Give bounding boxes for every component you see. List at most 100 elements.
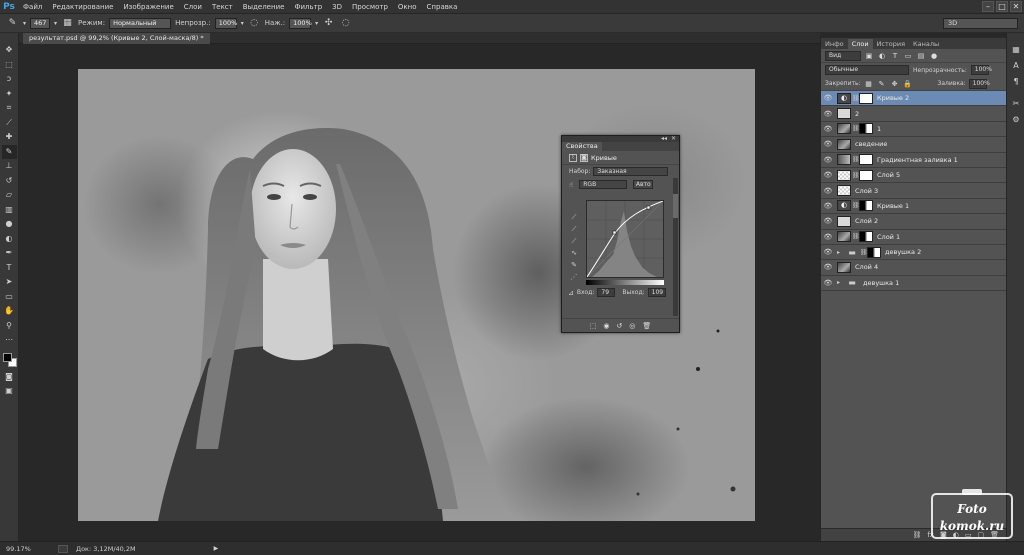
path-select-icon[interactable]: ➤	[2, 275, 17, 290]
clip-to-layer-icon[interactable]: ⬚	[590, 322, 597, 330]
layer-row[interactable]: 👁 ◐ ⛓ Кривые 2	[821, 91, 1006, 107]
layer-name[interactable]: 1	[877, 125, 881, 133]
menu-view[interactable]: Просмотр	[347, 0, 393, 14]
preset-select[interactable]: Заказная	[593, 167, 669, 176]
layer-name[interactable]: 2	[855, 110, 859, 118]
layer-row[interactable]: 👁 ⛓ Слой 1	[821, 229, 1006, 245]
layer-mask-icon[interactable]: ◙	[580, 153, 588, 162]
opacity-dropdown[interactable]: ▾	[241, 20, 244, 27]
screen-mode-icon[interactable]: ▣	[2, 384, 17, 399]
flow-dropdown[interactable]: ▾	[315, 20, 318, 27]
marquee-icon[interactable]: ⬚	[2, 58, 17, 73]
zoom-level[interactable]: 99.17%	[6, 545, 32, 553]
visibility-eye-icon[interactable]: 👁	[821, 248, 835, 256]
curve-point[interactable]	[646, 205, 651, 210]
layer-row[interactable]: 👁 сведение	[821, 137, 1006, 153]
layer-mask-thumbnail[interactable]	[859, 92, 873, 104]
brush-tool-icon[interactable]: ✎	[6, 17, 19, 30]
layer-name[interactable]: Градиентная заливка 1	[877, 156, 958, 164]
layer-name[interactable]: Кривые 2	[877, 94, 909, 102]
mask-link-icon[interactable]: ⛓	[852, 202, 860, 209]
eraser-icon[interactable]: ▱	[2, 188, 17, 203]
shape-icon[interactable]: ▭	[2, 290, 17, 305]
layer-name[interactable]: Слой 2	[855, 217, 878, 225]
layer-row[interactable]: 👁 ▸ ▬ девушка 1	[821, 275, 1006, 292]
history-panel-icon[interactable]: ⚙	[1007, 111, 1024, 127]
mask-link-icon[interactable]: ⛓	[860, 249, 868, 256]
close-button[interactable]: ✕	[1010, 1, 1022, 12]
layer-mask-thumbnail[interactable]	[859, 123, 873, 135]
maximize-button[interactable]: □	[996, 1, 1008, 12]
properties-panel-header[interactable]: ◂◂ ✕	[562, 135, 679, 142]
visibility-icon[interactable]: ◎	[629, 322, 635, 330]
layer-row[interactable]: 👁 ⛓ Слой 5	[821, 167, 1006, 184]
status-menu-arrow[interactable]: ▶	[214, 545, 219, 552]
layer-name[interactable]: Слой 3	[855, 187, 878, 195]
stamp-icon[interactable]: ⊥	[2, 159, 17, 174]
character-panel-icon[interactable]: A	[1007, 57, 1024, 73]
brush-picker-dropdown[interactable]: ▾	[54, 20, 57, 27]
mask-link-icon[interactable]: ⛓	[852, 233, 860, 240]
visibility-eye-icon[interactable]: 👁	[821, 187, 835, 195]
foreground-color[interactable]	[2, 352, 12, 362]
menu-3d[interactable]: 3D	[327, 0, 347, 14]
visibility-eye-icon[interactable]: 👁	[821, 140, 835, 148]
quick-mask-icon[interactable]: ◙	[2, 370, 17, 385]
filter-toggle-icon[interactable]: ●	[929, 51, 939, 61]
hand-icon[interactable]: ✋	[2, 304, 17, 319]
layer-name[interactable]: Кривые 1	[877, 202, 909, 210]
layer-opacity-input[interactable]: 100%	[970, 65, 992, 75]
zoom-icon[interactable]: ⚲	[2, 319, 17, 334]
workspace-select[interactable]: 3D	[943, 18, 1018, 29]
curve-point[interactable]	[612, 230, 617, 235]
menu-window[interactable]: Окно	[393, 0, 422, 14]
menu-type[interactable]: Текст	[207, 0, 238, 14]
reset-icon[interactable]: ↺	[616, 322, 622, 330]
layer-row[interactable]: 👁 Слой 4	[821, 260, 1006, 276]
menu-file[interactable]: Файл	[18, 0, 47, 14]
blur-icon[interactable]: ●	[2, 217, 17, 232]
auto-button[interactable]: Авто	[633, 180, 654, 189]
layer-mask-thumbnail[interactable]	[859, 200, 873, 212]
clip-warning-icon[interactable]: ⊿	[568, 287, 574, 299]
expand-group-icon[interactable]: ▸	[837, 279, 843, 286]
tab-channels[interactable]: Каналы	[909, 39, 943, 49]
layer-mask-thumbnail[interactable]	[859, 231, 873, 243]
black-point-eyedropper-icon[interactable]: ⟋	[568, 211, 580, 223]
smart-object-filter-icon[interactable]: ▤	[916, 51, 926, 61]
close-panel-icon[interactable]: ✕	[671, 135, 676, 142]
visibility-eye-icon[interactable]: 👁	[821, 217, 835, 225]
lock-pixels-icon[interactable]: ✎	[877, 79, 887, 89]
tab-layers[interactable]: Слои	[847, 39, 873, 49]
mode-select[interactable]: Нормальный	[109, 17, 172, 29]
canvas-area[interactable]	[19, 44, 820, 541]
visibility-eye-icon[interactable]: 👁	[821, 94, 835, 102]
layer-row[interactable]: 👁 ⛓ 1	[821, 121, 1006, 138]
menu-image[interactable]: Изображение	[118, 0, 178, 14]
healing-icon[interactable]: ✚	[2, 130, 17, 145]
pressure-opacity-icon[interactable]: ◌	[248, 17, 261, 30]
view-previous-icon[interactable]: ◉	[603, 322, 609, 330]
paragraph-panel-icon[interactable]: ¶	[1007, 73, 1024, 89]
fill-input[interactable]: 100%	[968, 78, 990, 89]
move-icon[interactable]: ✥	[2, 43, 17, 58]
brush-size-picker[interactable]: 467	[30, 17, 51, 29]
link-layers-icon[interactable]: ⛓	[912, 531, 921, 539]
layer-name[interactable]: девушка 1	[863, 279, 899, 287]
gray-point-eyedropper-icon[interactable]: ⟋	[568, 223, 580, 235]
tab-properties[interactable]: Свойства	[562, 142, 602, 151]
shape-filter-icon[interactable]: ▭	[903, 51, 913, 61]
mask-link-icon[interactable]: ⛓	[852, 172, 860, 179]
status-preview-icon[interactable]	[58, 544, 68, 553]
visibility-eye-icon[interactable]: 👁	[821, 279, 835, 287]
layer-row[interactable]: 👁 ◐ ⛓ Кривые 1	[821, 198, 1006, 215]
flow-input[interactable]: 100%	[289, 17, 312, 29]
lock-position-icon[interactable]: ✥	[890, 79, 900, 89]
curve-graph[interactable]	[586, 200, 664, 278]
airbrush-icon[interactable]: ✣	[322, 17, 335, 30]
mask-link-icon[interactable]: ⛓	[852, 95, 860, 102]
channel-select[interactable]: RGB	[579, 180, 628, 189]
pen-icon[interactable]: ✒	[2, 246, 17, 261]
brush-icon[interactable]: ✎	[1, 144, 17, 159]
pressure-size-icon[interactable]: ◌	[339, 17, 352, 30]
